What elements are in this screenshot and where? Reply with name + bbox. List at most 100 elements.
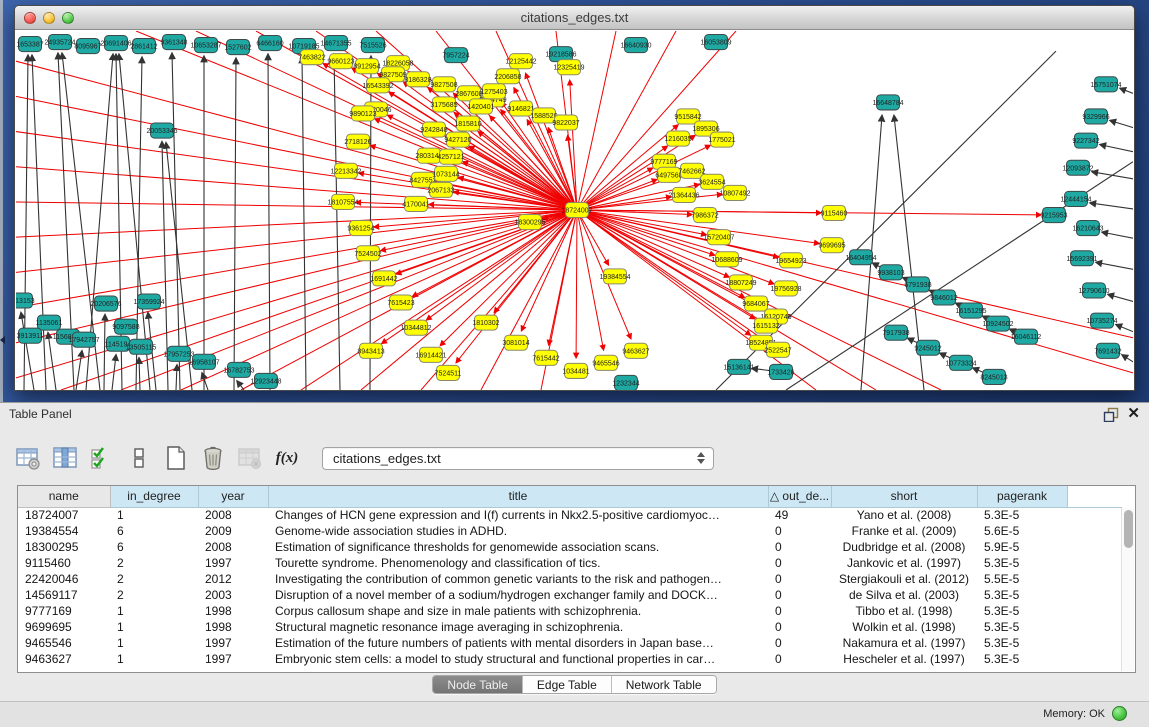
network-graph[interactable]: 1653387249357248095967206914062861412936…	[16, 31, 1133, 390]
table-cell[interactable]: Nakamura et al. (1997)	[831, 635, 977, 651]
graph-node[interactable]: 19756928	[770, 281, 801, 296]
graph-node[interactable]: 2861412	[130, 39, 157, 54]
graph-node[interactable]: 12923448	[250, 373, 281, 388]
table-row[interactable]: 1938455462009Genome-wide association stu…	[18, 523, 1122, 539]
table-row[interactable]: 1830029562008Estimation of significance …	[18, 539, 1122, 555]
table-cell[interactable]: 0	[768, 635, 831, 651]
table-cell[interactable]: 5.3E-5	[977, 651, 1067, 667]
table-cell[interactable]: Disruption of a novel member of a sodium…	[268, 587, 768, 603]
table-scrollbar[interactable]	[1121, 508, 1134, 671]
table-cell[interactable]: 2	[110, 555, 198, 571]
graph-node[interactable]: 19384554	[599, 269, 630, 284]
table-cell[interactable]: 18724007	[18, 507, 110, 523]
graph-node[interactable]: 1216035	[664, 131, 691, 146]
table-cell[interactable]: 1	[110, 651, 198, 667]
table-cell[interactable]: 2	[110, 587, 198, 603]
table-cell[interactable]: 5.5E-5	[977, 571, 1067, 587]
graph-node[interactable]: 16210643	[1072, 221, 1103, 236]
graph-node[interactable]: 1232344	[612, 375, 639, 390]
table-cell[interactable]: 1	[110, 507, 198, 523]
graph-node[interactable]: 1653387	[16, 37, 43, 52]
table-cell[interactable]: 5.9E-5	[977, 539, 1067, 555]
graph-node[interactable]: 9699695	[818, 238, 845, 253]
table-cell[interactable]: 2003	[198, 587, 268, 603]
table-cell[interactable]: 5.3E-5	[977, 619, 1067, 635]
delete-column-button[interactable]	[199, 444, 227, 472]
tab-edge-table[interactable]: Edge Table	[523, 676, 612, 693]
graph-node[interactable]: 1275403	[480, 84, 507, 99]
graph-node[interactable]: 8186328	[404, 72, 431, 87]
graph-node[interactable]: 9660123	[327, 54, 354, 69]
graph-node[interactable]: 8095967	[74, 39, 101, 54]
table-cell[interactable]: 5.3E-5	[977, 507, 1067, 523]
graph-node[interactable]: 3175685	[430, 97, 457, 112]
table-cell[interactable]: Jankovic et al. (1997)	[831, 555, 977, 571]
graph-node[interactable]: 1691442	[370, 271, 397, 286]
graph-node[interactable]: 10924502	[982, 316, 1013, 331]
graph-node[interactable]: 18300295	[514, 215, 545, 230]
graph-node[interactable]: 20053346	[146, 123, 177, 138]
graph-node[interactable]: 9329966	[1082, 109, 1109, 124]
column-header-in_degree[interactable]: in_degree	[110, 486, 198, 507]
graph-node[interactable]: 10653287	[190, 38, 221, 53]
table-cell[interactable]: de Silva et al. (2003)	[831, 587, 977, 603]
graph-node[interactable]: 16151295	[955, 303, 986, 318]
show-column-button[interactable]	[51, 444, 79, 472]
graph-node[interactable]: 9245012	[914, 340, 941, 355]
graph-node[interactable]: 16640930	[620, 38, 651, 53]
table-cell[interactable]: 0	[768, 651, 831, 667]
network-window-titlebar[interactable]: citations_edges.txt	[15, 6, 1134, 30]
graph-node[interactable]: 7691432	[1094, 343, 1121, 358]
graph-node[interactable]: 17942757	[68, 332, 99, 347]
graph-node[interactable]: 7463822	[298, 50, 325, 65]
graph-node[interactable]: 15692391	[1066, 251, 1097, 266]
graph-node[interactable]: 9242848	[420, 122, 447, 137]
function-builder-button[interactable]: f(x)	[273, 444, 301, 472]
table-cell[interactable]: 9115460	[18, 555, 110, 571]
table-cell[interactable]: 1997	[198, 555, 268, 571]
graph-node[interactable]: 13505115	[126, 339, 157, 354]
table-cell[interactable]: 1	[110, 635, 198, 651]
graph-node[interactable]: 7615423	[387, 295, 414, 310]
network-canvas[interactable]: 1653387249357248095967206914062861412936…	[16, 31, 1133, 390]
graph-node[interactable]: 2206858	[494, 69, 521, 84]
float-panel-icon[interactable]	[1103, 407, 1119, 422]
table-row[interactable]: 911546021997Tourette syndrome. Phenomeno…	[18, 555, 1122, 571]
table-cell[interactable]: 14569117	[18, 587, 110, 603]
graph-node[interactable]: 1420401	[467, 99, 494, 114]
table-cell[interactable]: 0	[768, 523, 831, 539]
table-mode-button[interactable]	[14, 444, 42, 472]
graph-node[interactable]: 9890123	[349, 106, 376, 121]
graph-node[interactable]: 8245013	[980, 369, 1007, 384]
graph-node[interactable]: 3624554	[698, 174, 725, 189]
graph-node[interactable]: 12213342	[330, 163, 361, 178]
table-cell[interactable]: 0	[768, 619, 831, 635]
graph-node[interactable]: 9822037	[552, 115, 579, 130]
column-header-pagerank[interactable]: pagerank	[977, 486, 1067, 507]
table-cell[interactable]: 6	[110, 539, 198, 555]
table-cell[interactable]: Estimation of the future numbers of pati…	[268, 635, 768, 651]
table-cell[interactable]: 5.6E-5	[977, 523, 1067, 539]
graph-node[interactable]: 10344812	[400, 320, 431, 335]
table-row[interactable]: 969969511998Structural magnetic resonanc…	[18, 619, 1122, 635]
graph-node[interactable]: 9827508	[430, 77, 457, 92]
graph-node[interactable]: 15136141	[723, 359, 754, 374]
graph-node[interactable]: 15751074	[1090, 77, 1121, 92]
table-row[interactable]: 946554611997Estimation of the future num…	[18, 635, 1122, 651]
table-cell[interactable]: Genome-wide association studies in ADHD.	[268, 523, 768, 539]
graph-node[interactable]: 17359924	[133, 294, 164, 309]
graph-node[interactable]: 9227342	[1072, 133, 1099, 148]
graph-node[interactable]: 10688609	[711, 252, 742, 267]
graph-node[interactable]: 16046112	[1011, 329, 1042, 344]
graph-node[interactable]: 3913911	[17, 328, 44, 343]
table-cell[interactable]: 5.3E-5	[977, 603, 1067, 619]
tab-node-table[interactable]: Node Table	[433, 676, 523, 693]
graph-node[interactable]: 2522547	[764, 342, 791, 357]
table-cell[interactable]: Stergiakouli et al. (2012)	[831, 571, 977, 587]
table-cell[interactable]: 1	[110, 619, 198, 635]
table-cell[interactable]: Structural magnetic resonance image aver…	[268, 619, 768, 635]
table-cell[interactable]: 2008	[198, 539, 268, 555]
graph-node[interactable]: 16543392	[362, 78, 393, 93]
graph-node[interactable]: 12093872	[1062, 160, 1093, 175]
table-row[interactable]: 1456911722003Disruption of a novel membe…	[18, 587, 1122, 603]
